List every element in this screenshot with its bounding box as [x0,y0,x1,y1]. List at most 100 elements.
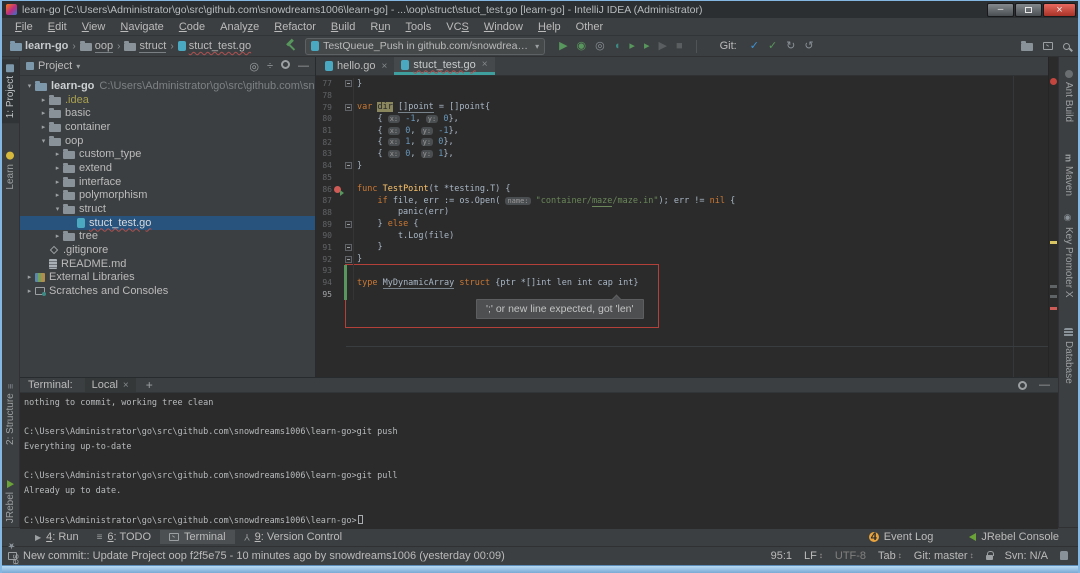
line-number[interactable]: 91 [316,243,332,252]
breadcrumb-item-oop[interactable]: oop [80,40,113,53]
git-branch-selector[interactable]: Git: master↕ [914,550,974,562]
tree-arrow-icon[interactable]: ▸ [52,150,63,158]
line-number[interactable]: 94 [316,278,332,287]
settings-button[interactable] [281,60,290,72]
readonly-toggle[interactable] [986,552,993,560]
tree-item-interface[interactable]: ▸interface [20,175,315,189]
status-message[interactable]: New commit:: Update Project oop f2f5e75 … [23,550,505,562]
tree-arrow-icon[interactable]: ▸ [24,273,35,281]
menu-item-view[interactable]: View [75,20,113,34]
tree-item-container[interactable]: ▸container [20,120,315,134]
menu-item-help[interactable]: Help [531,20,568,34]
line-number[interactable]: 89 [316,220,332,229]
error-stripe-mark[interactable] [1050,307,1057,310]
terminal-console[interactable]: nothing to commit, working tree cleanC:\… [20,393,1058,529]
rollback-button[interactable]: ↺ [804,41,813,52]
svn-status[interactable]: Svn: N/A [1005,550,1048,562]
tree-arrow-icon[interactable]: ▸ [38,123,49,131]
tree-item-custom_type[interactable]: ▸custom_type [20,147,315,161]
line-number[interactable]: 85 [316,173,332,182]
tree-item-stuct_test.go[interactable]: stuct_test.go [20,216,315,230]
close-icon[interactable]: × [382,61,388,72]
tree-arrow-icon[interactable]: ▸ [52,178,63,186]
tree-item-struct[interactable]: ▾struct [20,202,315,216]
attach-debugger-button[interactable]: ▸ [644,41,650,52]
inspections-widget[interactable] [1060,551,1068,560]
run-anything-button[interactable]: ▸ [629,41,635,52]
menu-item-refactor[interactable]: Refactor [267,20,323,34]
title-bar[interactable]: learn-go [C:\Users\Administrator\go\src\… [2,1,1078,18]
tree-item-extend[interactable]: ▸extend [20,161,315,175]
line-number[interactable]: 90 [316,231,332,240]
run-button[interactable]: ▶ [559,41,567,52]
project-structure-button[interactable] [1021,41,1033,51]
indent-selector[interactable]: Tab↕ [878,550,902,562]
line-number[interactable]: 88 [316,208,332,217]
close-button[interactable]: × [1043,3,1076,17]
scrollbar-error-stripe[interactable] [1048,57,1058,377]
tree-item-readme.md[interactable]: README.md [20,257,315,271]
code-area[interactable]: 77}7879var dir []point = []point{80 { x:… [316,76,1048,377]
menu-item-file[interactable]: File [8,20,40,34]
breadcrumb-item-learn-go[interactable]: learn-go [10,40,68,52]
run-test-icon[interactable] [334,186,341,193]
toolwindow-button-9--version-control[interactable]: 9: Version Control [235,530,351,544]
fold-icon[interactable] [345,221,352,228]
minimize-button[interactable]: – [987,3,1014,17]
warning-stripe-mark[interactable] [1050,241,1057,244]
editor-tab-hello.go[interactable]: hello.go× [318,57,394,75]
encoding-selector[interactable]: UTF-8 [835,550,866,562]
jrebel-console-button[interactable]: JRebel Console [960,530,1068,544]
menu-item-run[interactable]: Run [363,20,397,34]
build-project-button[interactable] [285,39,297,54]
gear-icon[interactable] [1018,381,1027,390]
terminal-tab-local[interactable]: Local × [85,378,136,392]
line-number[interactable]: 78 [316,91,332,100]
caret-position[interactable]: 95:1 [771,550,792,562]
tree-arrow-icon[interactable]: ▾ [38,137,49,145]
collapse-all-button[interactable]: ÷ [267,60,273,72]
new-terminal-session-button[interactable]: + [146,378,153,392]
line-ending-selector[interactable]: LF↕ [804,550,823,562]
menu-item-analyze[interactable]: Analyze [213,20,266,34]
toolwindow-button-terminal[interactable]: Terminal [160,530,235,544]
fold-icon[interactable] [345,80,352,87]
menu-item-window[interactable]: Window [477,20,530,34]
line-number[interactable]: 95 [316,290,332,299]
tree-arrow-icon[interactable]: ▾ [24,82,35,90]
menu-item-tools[interactable]: Tools [399,20,439,34]
terminal-toolbar-button[interactable] [1043,42,1053,50]
run-configuration-selector[interactable]: TestQueue_Push in github.com/snowdreams1… [305,38,545,55]
line-number[interactable]: 79 [316,103,332,112]
line-number[interactable]: 77 [316,79,332,88]
line-number[interactable]: 84 [316,161,332,170]
locate-button[interactable]: ◎ [249,60,259,73]
tree-item-learn-go[interactable]: ▾learn-goC:\Users\Administrator\go\src\g… [20,79,315,93]
line-number[interactable]: 92 [316,255,332,264]
line-number[interactable]: 93 [316,266,332,275]
search-everywhere-button[interactable] [1063,43,1070,50]
tree-arrow-icon[interactable]: ▸ [38,96,49,104]
menu-item-code[interactable]: Code [172,20,212,34]
line-number[interactable]: 87 [316,196,332,205]
tree-item-external-libraries[interactable]: ▸External Libraries [20,271,315,285]
menu-item-vcs[interactable]: VCS [439,20,476,34]
tool-strip-key-promoter-x[interactable]: Key Promoter X [1059,208,1078,303]
project-view-selector[interactable]: Project ▾ [26,60,80,72]
stop-button[interactable]: ■ [676,41,683,52]
debug-button[interactable]: ◉ [577,41,587,52]
tree-arrow-icon[interactable]: ▾ [52,205,63,213]
tool-strip-1--project[interactable]: 1: Project [2,59,19,123]
fold-icon[interactable] [345,244,352,251]
tool-strip-2--structure[interactable]: 2: Structure [2,379,19,450]
update-project-button[interactable]: ✓ [750,41,759,52]
tree-item-scratches-and-consoles[interactable]: ▸Scratches and Consoles [20,284,315,298]
fold-icon[interactable] [345,104,352,111]
tree-item-basic[interactable]: ▸basic [20,106,315,120]
history-button[interactable]: ↻ [786,41,795,52]
tree-item-.gitignore[interactable]: .gitignore [20,243,315,257]
tree-item-.idea[interactable]: ▸.idea [20,93,315,107]
toolwindow-button-4--run[interactable]: 4: Run [26,530,88,544]
tool-strip-learn[interactable]: Learn [2,147,19,195]
tree-item-tree[interactable]: ▸tree [20,230,315,244]
